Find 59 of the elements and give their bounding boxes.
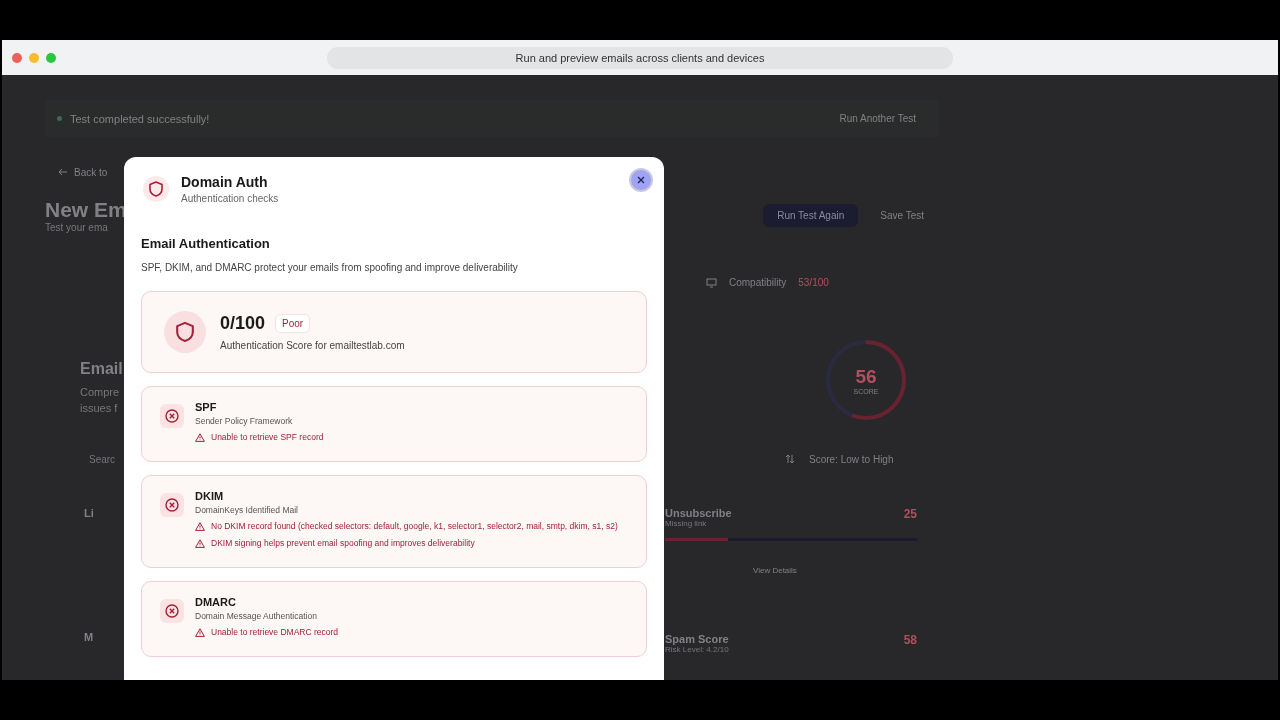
check-name: SPF — [195, 401, 218, 413]
error-icon — [165, 604, 179, 618]
rating-badge: Poor — [275, 314, 311, 333]
warning-message: DKIM signing helps prevent email spoofing and improves deliverability — [211, 538, 475, 549]
dialog-subtitle: Authentication checks — [181, 193, 279, 204]
page-title: New Em — [45, 198, 127, 222]
sort-dropdown[interactable]: Score: Low to High — [809, 454, 894, 465]
success-message: Test completed successfully! — [70, 112, 210, 125]
check-description: Sender Policy Framework — [195, 416, 294, 426]
score-value: 0/100 — [220, 313, 266, 334]
warning-message: Unable to retrieve SPF record — [211, 432, 324, 443]
save-test-button[interactable]: Save Test — [870, 204, 934, 227]
metric-title: M — [84, 631, 94, 643]
run-test-again-button[interactable]: Run Test Again — [763, 204, 859, 227]
error-icon — [165, 409, 179, 423]
monitor-icon — [706, 277, 717, 288]
metric-detail: Risk Level: 4.2/10 — [665, 645, 729, 654]
section-description: SPF, DKIM, and DMARC protect your emails from spoofing and improve deliverability — [141, 262, 519, 273]
maximize-window-dot[interactable] — [46, 52, 56, 63]
section-title: Email — [80, 360, 123, 378]
success-dot — [57, 116, 62, 121]
warning-icon — [195, 433, 205, 442]
dialog-title: Domain Auth — [181, 174, 269, 190]
back-link[interactable]: Back to — [74, 167, 108, 178]
metric-detail: Missing link — [665, 519, 708, 528]
address-bar[interactable]: Run and preview emails across clients and devices — [327, 46, 953, 69]
metric-title: Unsubscribe — [665, 507, 732, 519]
search-field[interactable]: Searc — [89, 454, 123, 465]
warning-icon — [195, 522, 205, 531]
check-description: DomainKeys Identified Mail — [195, 505, 299, 515]
metric-title: Li — [84, 507, 94, 519]
check-name: DKIM — [195, 490, 225, 502]
section-description: Compre issues f — [80, 385, 120, 416]
section-title: Email Authentication — [141, 236, 271, 251]
compatibility-label: Compatibility — [729, 277, 787, 288]
compatibility-score: 53/100 — [798, 277, 829, 288]
close-button[interactable] — [629, 168, 653, 192]
score-caption: Authentication Score for emailtestlab.com — [220, 340, 405, 351]
error-icon — [165, 498, 179, 512]
metric-title: Spam Score — [665, 633, 729, 645]
check-description: Domain Message Authentication — [195, 611, 318, 621]
minimize-window-dot[interactable] — [29, 52, 39, 63]
warning-message: Unable to retrieve DMARC record — [211, 627, 339, 638]
shield-icon — [175, 321, 195, 343]
back-arrow-icon — [58, 167, 68, 177]
warning-icon — [195, 628, 205, 637]
view-details-link[interactable]: View Details — [753, 566, 797, 575]
page-subtitle: Test your ema — [45, 222, 109, 233]
sort-icon — [785, 454, 795, 464]
warning-message: No DKIM record found (checked selectors: default, google, k1, selector1, selector2, mail, smtp, dkim, s1, s2) — [211, 521, 618, 532]
check-name: DMARC — [195, 596, 237, 608]
metric-score: 58 — [903, 633, 917, 649]
shield-icon — [149, 181, 163, 197]
score-value: 56 — [855, 365, 877, 388]
run-another-test-button[interactable]: Run Another Test — [829, 107, 926, 130]
close-window-dot[interactable] — [12, 52, 22, 63]
close-icon — [637, 176, 645, 184]
warning-icon — [195, 539, 205, 548]
metric-score: 25 — [903, 507, 917, 523]
